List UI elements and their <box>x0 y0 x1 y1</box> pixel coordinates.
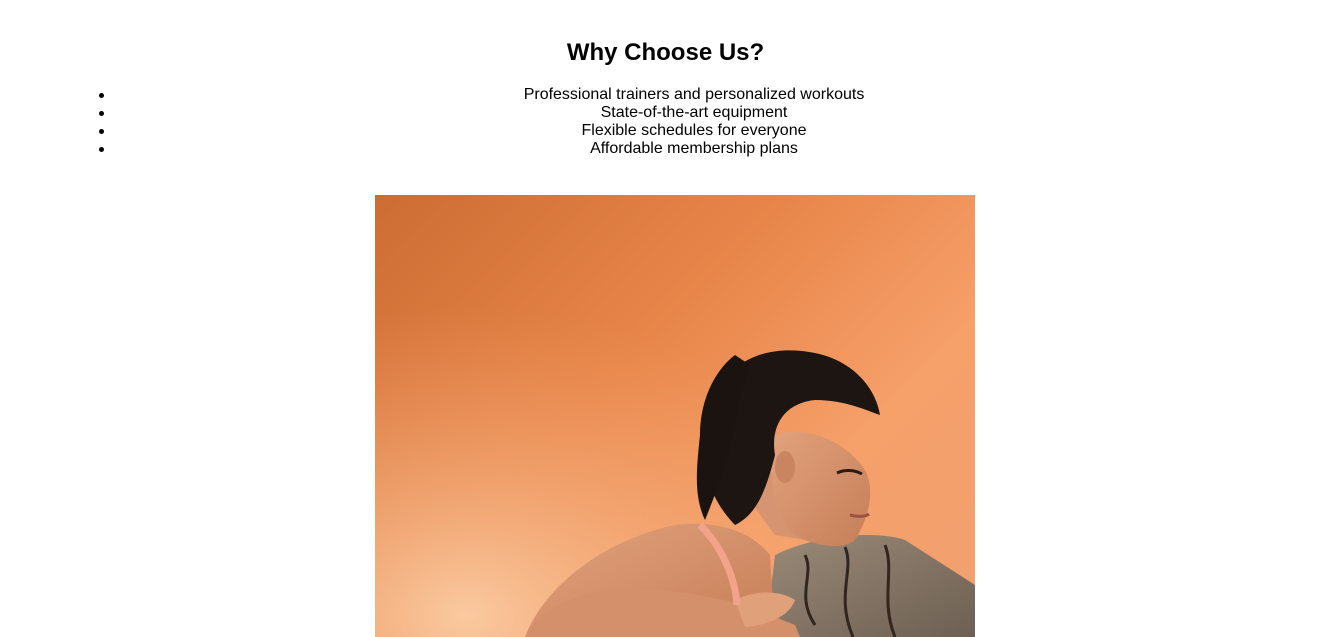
feature-text: Professional trainers and personalized w… <box>523 86 865 103</box>
bullet-icon <box>99 111 104 116</box>
features-list: Professional trainers and personalized w… <box>58 86 1330 158</box>
list-item: Professional trainers and personalized w… <box>58 86 1330 104</box>
bullet-icon <box>99 129 104 134</box>
bullet-icon <box>99 93 104 98</box>
list-item: Flexible schedules for everyone <box>58 122 1330 140</box>
list-item: State-of-the-art equipment <box>58 104 1330 122</box>
feature-text: State-of-the-art equipment <box>600 104 788 121</box>
hero-image <box>375 195 975 637</box>
athlete-photo-illustration <box>375 195 975 637</box>
feature-text: Flexible schedules for everyone <box>581 122 807 139</box>
why-choose-us-section: Why Choose Us? Professional trainers and… <box>0 0 1331 637</box>
list-item: Affordable membership plans <box>58 140 1330 158</box>
bullet-icon <box>99 147 104 152</box>
feature-text: Affordable membership plans <box>590 140 798 157</box>
section-title: Why Choose Us? <box>566 39 765 66</box>
